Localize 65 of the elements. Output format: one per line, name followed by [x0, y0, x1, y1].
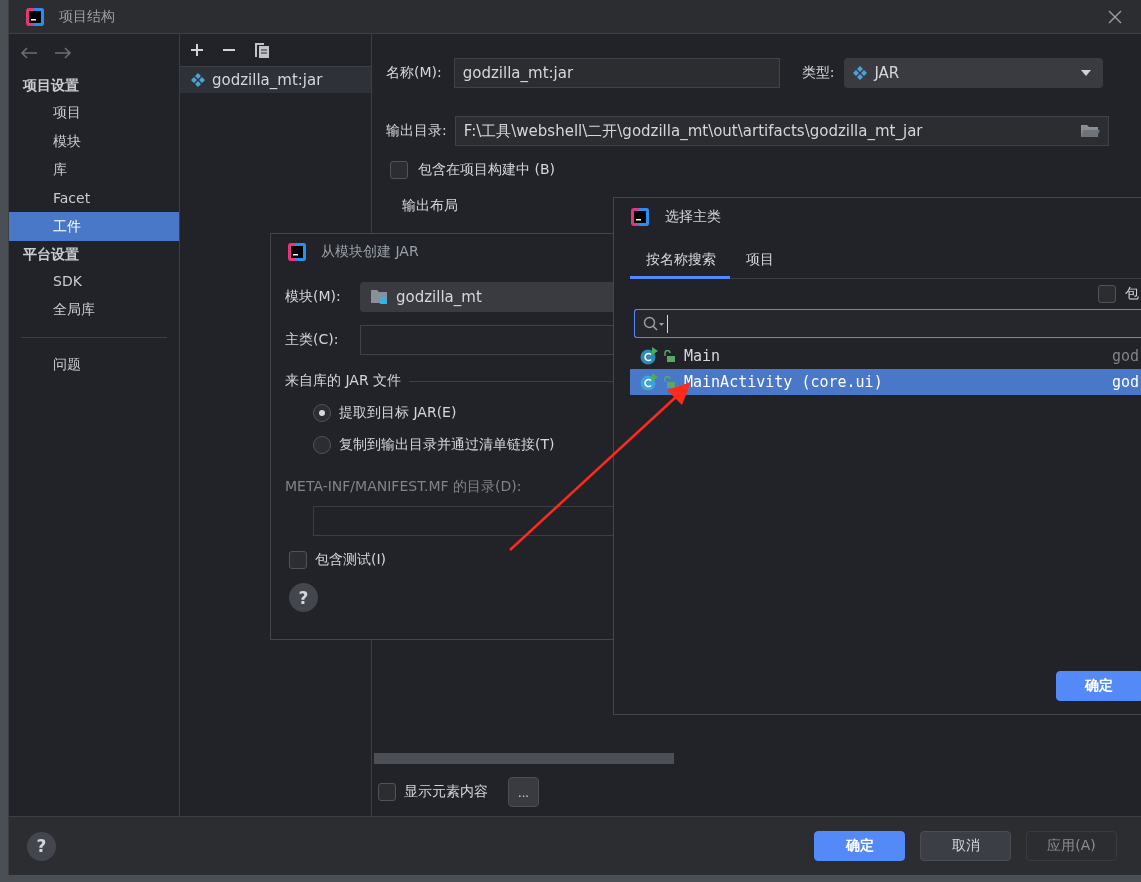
- copy-icon[interactable]: [254, 42, 270, 58]
- output-directory-label: 输出目录:: [386, 122, 447, 140]
- jar-icon: [190, 72, 206, 88]
- app-logo-icon: [25, 6, 45, 27]
- dialog-title: 从模块创建 JAR: [321, 242, 419, 261]
- checkbox-label: 显示元素内容: [404, 783, 488, 801]
- app-logo-icon: [630, 207, 650, 227]
- class-list-item[interactable]: Main god: [630, 343, 1141, 369]
- checkbox-label: 包: [1125, 285, 1139, 303]
- sidebar-item[interactable]: 项目: [9, 98, 179, 127]
- scrollbar[interactable]: [374, 753, 674, 764]
- name-label: 名称(M):: [386, 64, 442, 82]
- search-icon: [643, 315, 665, 332]
- unlocked-padlock-icon: [664, 376, 676, 388]
- sidebar-item[interactable]: 模块: [9, 126, 179, 155]
- type-dropdown[interactable]: JAR: [844, 58, 1104, 88]
- checkbox[interactable]: [378, 783, 396, 801]
- folder-icon: [370, 289, 388, 305]
- output-directory-field[interactable]: F:\工具\webshell\二开\godzilla_mt\out\artifacts\godzilla_mt_jar: [454, 116, 1109, 146]
- sidebar-item[interactable]: 库: [9, 155, 179, 184]
- help-button[interactable]: ?: [27, 831, 56, 861]
- radio-label: 提取到目标 JAR(E): [339, 404, 457, 422]
- back-arrow-icon[interactable]: [20, 47, 38, 59]
- more-button[interactable]: ...: [508, 777, 539, 807]
- tab[interactable]: 按名称搜索: [630, 245, 730, 279]
- sidebar-item[interactable]: 问题: [9, 349, 179, 378]
- radio-button[interactable]: [313, 404, 331, 422]
- checkbox[interactable]: [1098, 285, 1116, 303]
- class-list-item[interactable]: MainActivity (core.ui) god: [630, 369, 1141, 395]
- runnable-class-icon: [640, 347, 660, 365]
- sidebar-heading: 项目设置: [21, 76, 80, 95]
- cancel-button[interactable]: 取消: [920, 831, 1011, 861]
- checkbox[interactable]: [390, 161, 408, 179]
- caret-icon: [1081, 70, 1092, 76]
- unlocked-padlock-icon: [664, 350, 676, 362]
- sidebar-heading: 平台设置: [22, 244, 80, 264]
- sidebar-item[interactable]: 全局库: [9, 295, 179, 324]
- sidebar-item[interactable]: 工件: [9, 212, 179, 241]
- window-title: 项目结构: [59, 7, 115, 26]
- dialog-title: 选择主类: [665, 208, 721, 226]
- manifest-directory-label: META-INF/MANIFEST.MF 的目录(D):: [285, 478, 523, 496]
- checkbox-label: 包含测试(I): [315, 551, 387, 569]
- group-title: 来自库的 JAR 文件: [285, 372, 402, 390]
- output-layout-label: 输出布局: [401, 197, 459, 215]
- jar-icon: [852, 65, 869, 81]
- radio-label: 复制到输出目录并通过清单链接(T): [339, 436, 555, 454]
- help-button[interactable]: ?: [289, 583, 318, 612]
- app-logo-icon: [287, 241, 307, 262]
- name-field[interactable]: godzilla_mt:jar: [453, 58, 780, 88]
- search-field[interactable]: [634, 309, 1141, 338]
- runnable-class-icon: [640, 373, 660, 391]
- forward-arrow-icon[interactable]: [54, 47, 72, 59]
- tab[interactable]: 项目: [742, 245, 778, 279]
- artifact-item[interactable]: godzilla_mt:jar: [180, 67, 371, 93]
- checkbox-label: 包含在项目构建中 (B): [418, 161, 555, 179]
- close-icon[interactable]: [1108, 9, 1122, 24]
- radio-button[interactable]: [313, 436, 331, 454]
- checkbox[interactable]: [289, 551, 307, 569]
- main-class-label: 主类(C):: [285, 331, 340, 349]
- sidebar-item[interactable]: Facet: [9, 183, 179, 212]
- folder-icon[interactable]: [1079, 123, 1100, 139]
- sidebar-item[interactable]: SDK: [9, 266, 179, 295]
- module-label: 模块(M):: [285, 288, 342, 306]
- add-icon[interactable]: [190, 43, 204, 57]
- type-label: 类型:: [801, 64, 835, 82]
